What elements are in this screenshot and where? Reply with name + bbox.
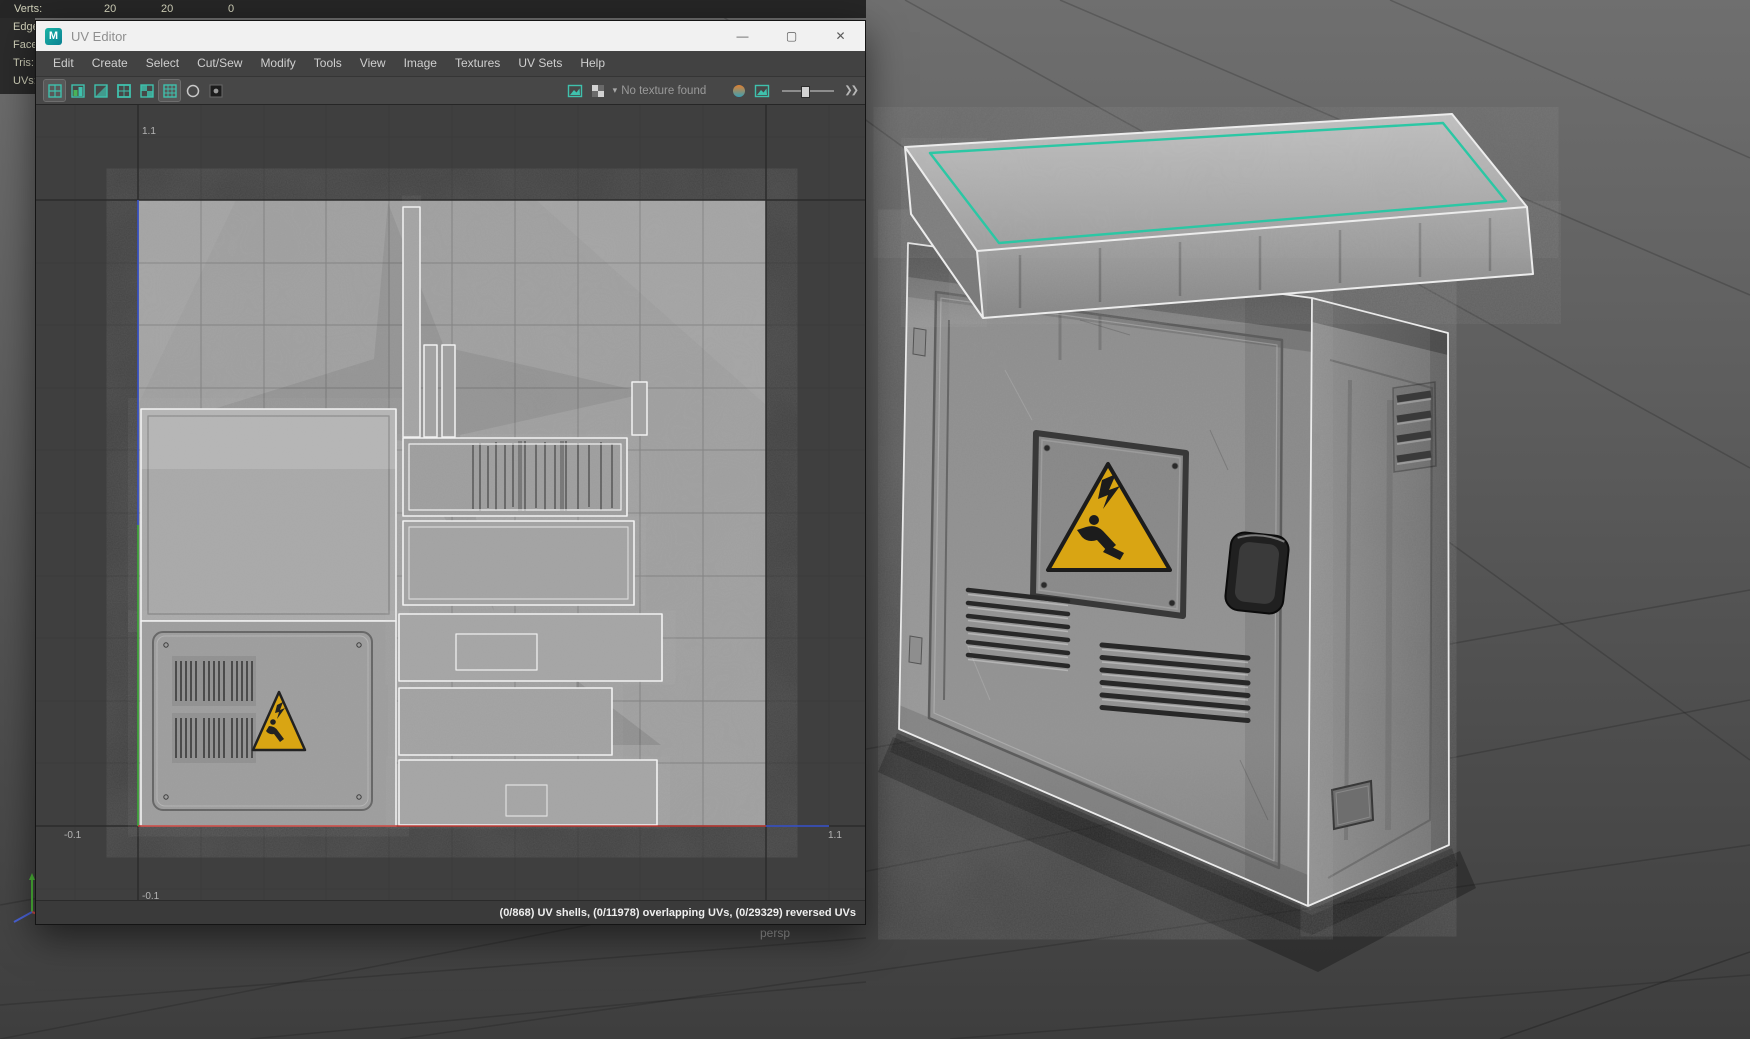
uv-canvas-area[interactable]: 1.1 -0.1 1.1 -0.1 (36, 105, 865, 900)
menu-edit[interactable]: Edit (44, 51, 83, 76)
texture-dropdown-value[interactable]: No texture found (621, 85, 706, 97)
expand-toolbar-chevrons-icon[interactable]: ❯❯ (844, 85, 859, 96)
window-title-bar[interactable]: M UV Editor — ▢ ✕ (36, 21, 865, 51)
uv-texture-borders-icon[interactable] (113, 80, 134, 101)
uv-shell-statistics: (0/868) UV shells, (0/11978) overlapping… (499, 906, 856, 919)
menu-image[interactable]: Image (395, 51, 446, 76)
menu-create[interactable]: Create (83, 51, 137, 76)
uv-coord-label-bottom-right: 1.1 (828, 830, 842, 841)
uv-shell-band-streaked[interactable] (402, 437, 628, 517)
hud-tris-label: Tris: (13, 57, 34, 69)
door-handle (1224, 531, 1290, 615)
uv-coord-label-bottom-left: -0.1 (64, 830, 82, 841)
uv-canvas[interactable]: 1.1 -0.1 1.1 -0.1 (36, 105, 865, 900)
uv-toolbar: ▾ No texture found ❯❯ (36, 77, 865, 105)
hud-verts-label: Verts: (14, 3, 43, 15)
hud-verts-value-1: 20 (104, 3, 117, 15)
shaded-sphere-icon[interactable] (728, 80, 749, 101)
uv-shell-band-plain[interactable] (402, 520, 635, 606)
uv-shell-strip-a[interactable] (423, 344, 438, 438)
uv-editor-window: M UV Editor — ▢ ✕ Edit Create Select Cut… (35, 20, 866, 925)
uv-shell-back-panel[interactable] (140, 408, 397, 622)
uv-shell-strip-tall[interactable] (402, 206, 421, 438)
uv-coord-label-top: 1.1 (142, 126, 156, 137)
hud-verts-value-3: 0 (228, 3, 235, 15)
uv-coord-label-below-left: -0.1 (142, 891, 160, 900)
hud-verts-value-2: 20 (161, 3, 174, 15)
heads-up-display-row: Verts: 20 20 0 (0, 0, 866, 18)
warning-sign-plate (1030, 430, 1189, 619)
uv-shell-band-2[interactable] (398, 687, 613, 756)
uv-distortion-display-icon[interactable] (90, 80, 111, 101)
texture-image-icon[interactable] (565, 80, 586, 101)
maya-logo-icon: M (45, 27, 62, 45)
close-button[interactable]: ✕ (816, 21, 865, 51)
pixel-snap-icon[interactable] (205, 80, 226, 101)
menu-bar: Edit Create Select Cut/Sew Modify Tools … (36, 51, 865, 77)
menu-uv-sets[interactable]: UV Sets (509, 51, 571, 76)
uv-grid-display-icon[interactable] (43, 79, 66, 102)
dim-image-icon[interactable] (182, 80, 203, 101)
menu-modify[interactable]: Modify (251, 51, 304, 76)
menu-help[interactable]: Help (571, 51, 614, 76)
minimize-button[interactable]: — (718, 21, 767, 51)
hud-uvs-label: UVs: (13, 75, 35, 87)
menu-view[interactable]: View (351, 51, 395, 76)
uv-shell-band-3[interactable] (398, 759, 658, 826)
camera-label: persp (760, 926, 791, 940)
uv-shell-door-panel[interactable] (140, 620, 397, 827)
texture-image-toggle-icon[interactable] (751, 80, 772, 101)
image-dim-slider[interactable] (782, 84, 835, 98)
hud-faces-label: Faces: (13, 39, 35, 51)
slider-handle[interactable] (801, 85, 811, 98)
hud-edges-label: Edges: (13, 21, 35, 33)
uv-shell-band-1[interactable] (398, 613, 663, 682)
uv-status-bar: (0/868) UV shells, (0/11978) overlapping… (36, 900, 865, 924)
menu-cut-sew[interactable]: Cut/Sew (188, 51, 251, 76)
uv-grid-snap-icon[interactable] (158, 79, 181, 102)
side-vent-grill (1392, 381, 1437, 473)
checker-map-icon[interactable] (588, 80, 609, 101)
maya-application: persp y Verts: 20 20 0 Edges: Faces: Tri… (0, 0, 1750, 1039)
menu-textures[interactable]: Textures (446, 51, 509, 76)
uv-shaded-display-icon[interactable] (67, 80, 88, 101)
uv-shell-strip-b[interactable] (441, 344, 456, 438)
uv-checker-tiles-icon[interactable] (136, 80, 157, 101)
side-access-plate (1330, 779, 1375, 831)
heads-up-display-column: Edges: Faces: Tris: UVs: (0, 18, 35, 94)
menu-select[interactable]: Select (137, 51, 188, 76)
texture-dropdown-arrow-icon[interactable]: ▾ (613, 85, 618, 96)
window-title: UV Editor (71, 28, 127, 44)
menu-tools[interactable]: Tools (305, 51, 351, 76)
uv-shell-strip-right[interactable] (631, 381, 648, 436)
maximize-button[interactable]: ▢ (767, 21, 816, 51)
axis-z-line (13, 911, 33, 923)
